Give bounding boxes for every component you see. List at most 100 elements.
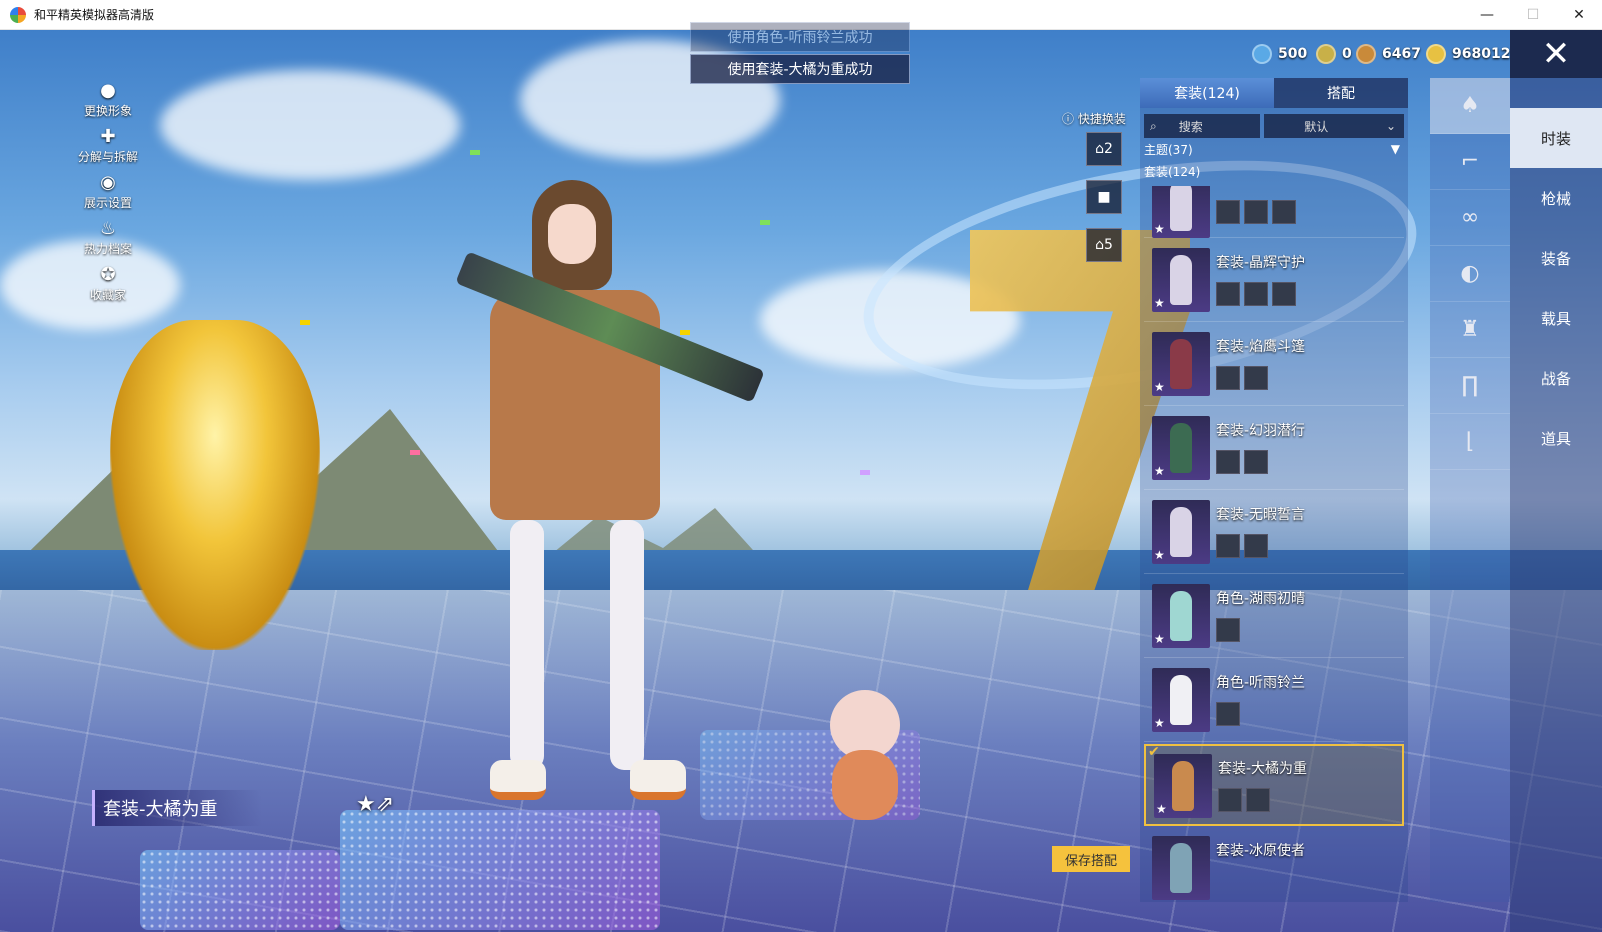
item-thumbnail: ★ [1152, 668, 1210, 732]
currency-value: 500 [1278, 46, 1308, 62]
character-shoe [630, 760, 686, 800]
currency-gold[interactable]: 968012 [1426, 44, 1510, 64]
sub-category-shoes[interactable]: ⌐ [1430, 134, 1510, 190]
display-settings-button[interactable]: ◉ 展示设置 [78, 170, 138, 216]
slot-number: 5 [1103, 237, 1113, 253]
quick-slot[interactable]: ⌂ 2 [1086, 132, 1122, 166]
tab-combos[interactable]: 搭配 [1274, 78, 1408, 108]
part-icon [1244, 366, 1268, 390]
list-item[interactable]: ★ 角色-湖雨初晴 [1144, 576, 1404, 658]
gold-token-icon [1316, 44, 1336, 64]
figure-icon [1170, 507, 1192, 557]
sub-category-mask[interactable]: ◐ [1430, 246, 1510, 302]
currency-token[interactable]: 0 [1316, 44, 1352, 64]
close-window-button[interactable]: ✕ [1556, 0, 1602, 30]
player-character[interactable] [455, 180, 765, 820]
sub-category-column: ♠ ⌐ ∞ ◐ ♜ ∏ ⌊ [1430, 78, 1510, 902]
category-items[interactable]: 道具 [1510, 408, 1602, 468]
favorite-share-button[interactable]: ★⇗ [356, 792, 394, 817]
list-item[interactable]: ★ 角色-听雨铃兰 [1144, 660, 1404, 742]
category-supplies[interactable]: 战备 [1510, 348, 1602, 408]
toast-message: 使用套装-大橘为重成功 [690, 54, 910, 84]
part-icon [1244, 534, 1268, 558]
close-icon[interactable]: ✕ [1510, 30, 1602, 78]
search-input[interactable]: ⌕ 搜索 [1144, 114, 1261, 138]
sub-category-socks[interactable]: ⌊ [1430, 414, 1510, 470]
category-vehicles[interactable]: 载具 [1510, 288, 1602, 348]
star-icon: ★ [1154, 716, 1165, 730]
character-shoe [490, 760, 546, 800]
item-thumbnail: ★ [1152, 416, 1210, 480]
category-equipment[interactable]: 装备 [1510, 228, 1602, 288]
star-icon: ★ [1156, 802, 1167, 816]
tab-outfits[interactable]: 套装(124) [1140, 78, 1274, 108]
figure-icon [1170, 591, 1192, 641]
confetti [860, 470, 870, 475]
menu-label: 热力档案 [83, 242, 132, 256]
part-icon [1216, 450, 1240, 474]
figure-icon [1170, 423, 1192, 473]
search-label: 搜索 [1178, 119, 1203, 134]
quick-slot-locked[interactable]: ■ [1086, 180, 1122, 214]
item-name: 套装-大橘为重 [1218, 761, 1308, 777]
list-item[interactable]: ★ 套装-焰鹰斗篷 [1144, 324, 1404, 406]
list-item[interactable]: ★ 套装-无暇誓言 [1144, 492, 1404, 574]
sub-category-outfit[interactable]: ♠ [1430, 78, 1510, 134]
quick-change-label[interactable]: ⓘ 快捷换装 [1062, 110, 1126, 127]
minimize-button[interactable]: — [1464, 0, 1510, 30]
item-parts [1216, 534, 1268, 558]
left-menu: ● 更换形象 ✚ 分解与拆解 ◉ 展示设置 ♨ 热力档案 ✪ 收藏家 [78, 78, 138, 308]
decompose-button[interactable]: ✚ 分解与拆解 [78, 124, 138, 170]
current-outfit-label: 套装-大橘为重 [92, 790, 262, 826]
group-label: 主题(37) [1144, 142, 1193, 157]
sort-select[interactable]: 默认 ⌄ [1264, 114, 1404, 138]
category-fashion[interactable]: 时装 [1510, 108, 1602, 168]
list-item[interactable]: ★ 套装-幻羽潜行 [1144, 408, 1404, 490]
quick-slot[interactable]: ⌂ 5 [1086, 228, 1122, 262]
figure-icon [1170, 255, 1192, 305]
item-name: 角色-听雨铃兰 [1216, 675, 1306, 691]
confetti [300, 320, 310, 325]
part-icon [1246, 788, 1270, 812]
list-item[interactable]: ★ [1144, 186, 1404, 238]
collector-button[interactable]: ✪ 收藏家 [78, 262, 138, 308]
sub-category-glasses[interactable]: ∞ [1430, 190, 1510, 246]
character-leg [610, 520, 644, 770]
mask-icon: ◐ [1460, 261, 1480, 286]
slot-number: 2 [1103, 141, 1113, 157]
menu-label: 收藏家 [89, 288, 126, 302]
heat-profile-button[interactable]: ♨ 热力档案 [78, 216, 138, 262]
item-parts [1216, 702, 1240, 726]
fire-icon: ♨ [99, 217, 117, 239]
save-combo-button[interactable]: 保存搭配 [1052, 846, 1130, 872]
item-parts [1216, 200, 1296, 224]
list-item[interactable]: 套装-冰原使者 [1144, 828, 1404, 902]
outfit-panel: 套装(124) 搭配 ⌕ 搜索 默认 ⌄ 主题(37) ▼ 套装(124) ★ [1140, 78, 1408, 902]
item-thumbnail [1152, 836, 1210, 900]
item-name: 套装-焰鹰斗篷 [1216, 339, 1306, 355]
part-icon [1244, 282, 1268, 306]
currency-globe[interactable]: 500 [1252, 44, 1307, 64]
shoes-icon: ⌐ [1460, 149, 1480, 174]
confetti [470, 150, 480, 155]
currency-bronze[interactable]: 6467 [1356, 44, 1421, 64]
outfit-icon: ♠ [1460, 93, 1480, 118]
list-item[interactable]: ★ 套装-晶辉守护 [1144, 240, 1404, 322]
confetti [410, 450, 420, 455]
group-outfits[interactable]: 套装(124) [1140, 160, 1408, 182]
globe-coin-icon [1252, 44, 1272, 64]
change-appearance-button[interactable]: ● 更换形象 [78, 78, 138, 124]
maximize-button[interactable]: ☐ [1510, 0, 1556, 30]
sub-category-pants[interactable]: ∏ [1430, 358, 1510, 414]
item-name: 套装-无暇誓言 [1216, 507, 1306, 523]
caret-down-icon: ▼ [1390, 142, 1400, 156]
part-icon [1216, 702, 1240, 726]
item-name: 角色-湖雨初晴 [1216, 591, 1306, 607]
list-item-selected[interactable]: ✔ ★ 套装-大橘为重 [1144, 744, 1404, 826]
item-name: 套装-冰原使者 [1216, 843, 1306, 859]
pants-icon: ∏ [1461, 373, 1479, 398]
character-leg [510, 520, 544, 770]
category-firearms[interactable]: 枪械 [1510, 168, 1602, 228]
group-theme[interactable]: 主题(37) ▼ [1140, 138, 1408, 160]
sub-category-jacket[interactable]: ♜ [1430, 302, 1510, 358]
